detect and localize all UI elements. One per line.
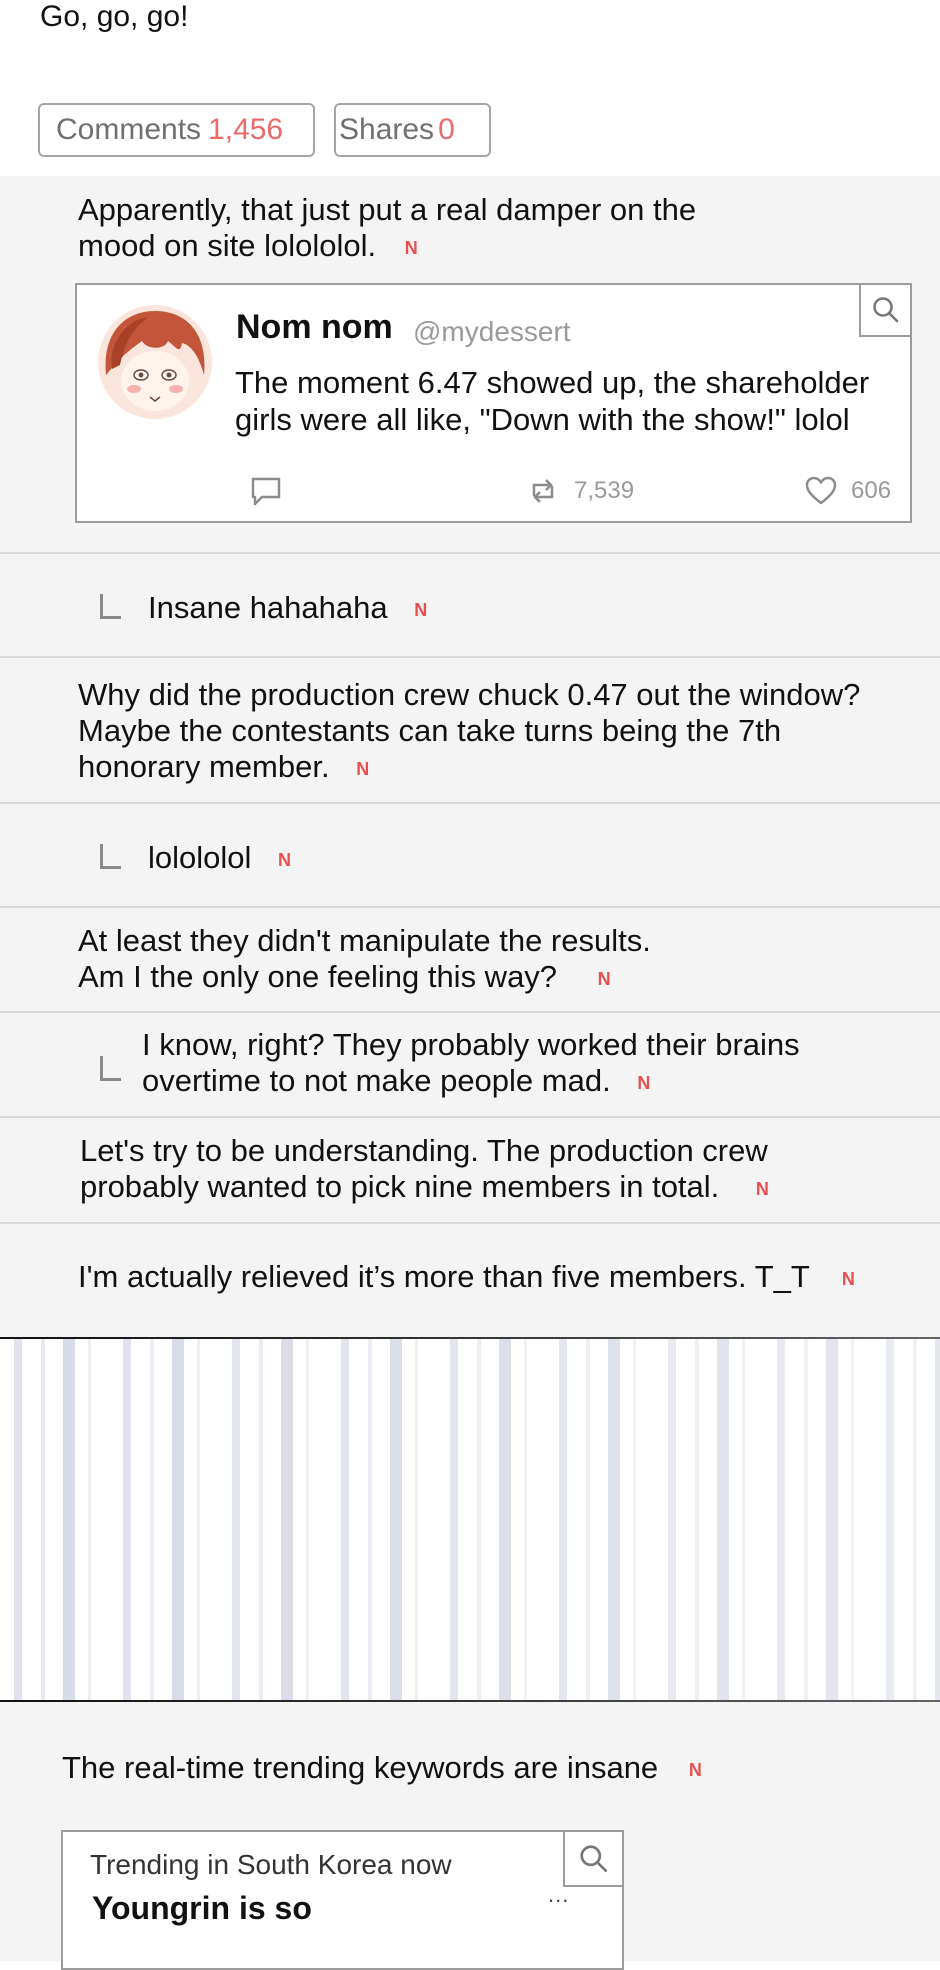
divider — [0, 906, 940, 908]
comment-text: Maybe the contestants can take turns bei… — [78, 713, 782, 748]
trending-header: Trending in South Korea now — [90, 1849, 452, 1880]
comment-text: mood on site lolololol. — [78, 228, 377, 263]
comment-text: Apparently, that just put a real damper … — [78, 192, 697, 227]
shares-label: Shares — [339, 113, 435, 146]
new-badge: N — [637, 1072, 651, 1093]
comment-text: I know, right? They probably worked thei… — [142, 1027, 800, 1062]
trending-keyword[interactable]: Youngrin is so — [92, 1890, 312, 1927]
new-badge: N — [755, 1178, 769, 1199]
reply-indicator-icon — [100, 594, 121, 619]
reply-comment: Insane hahahaha N — [148, 590, 427, 628]
comment-text: Am I the only one feeling this way? — [78, 959, 558, 994]
new-badge: N — [688, 1759, 702, 1780]
comment-text: overtime to not make people mad. — [142, 1063, 611, 1098]
reply-indicator-icon — [100, 1056, 121, 1081]
divider — [0, 1222, 940, 1224]
comment-text: Let's try to be understanding. The produ… — [80, 1133, 768, 1168]
tweet-author-handle[interactable]: @mydessert — [413, 316, 571, 348]
reply-action[interactable] — [250, 476, 282, 513]
divider — [0, 656, 940, 658]
search-icon — [872, 297, 898, 323]
comment-text: Insane hahahaha — [148, 590, 388, 625]
comment: At least they didn't manipulate the resu… — [78, 923, 651, 997]
like-count: 606 — [851, 477, 892, 504]
comment-text: Why did the production crew chuck 0.47 o… — [78, 677, 861, 712]
search-icon — [579, 1844, 607, 1872]
retweet-icon — [532, 479, 554, 503]
retweet-action[interactable]: 7,539 — [528, 476, 634, 506]
comment-text: The real-time trending keywords are insa… — [62, 1750, 659, 1785]
divider — [0, 1116, 940, 1118]
new-badge: N — [414, 599, 428, 620]
divider — [0, 802, 940, 804]
reply-comment: I know, right? They probably worked thei… — [142, 1027, 800, 1101]
trending-search-button[interactable] — [563, 1830, 624, 1887]
avatar — [98, 305, 212, 419]
shares-count: 0 — [438, 113, 455, 146]
reply-indicator-icon — [100, 844, 121, 869]
new-badge: N — [841, 1268, 855, 1289]
tweet-text-line: The moment 6.47 showed up, the sharehold… — [235, 365, 870, 400]
tweet-text-line: girls were all like, "Down with the show… — [235, 402, 850, 437]
comment-text: honorary member. — [78, 749, 330, 784]
post-closing-text: Go, go, go! — [40, 0, 189, 33]
comment: I'm actually relieved it’s more than fiv… — [78, 1259, 855, 1297]
divider — [0, 552, 940, 554]
comments-label: Comments — [56, 113, 202, 146]
new-badge: N — [404, 237, 418, 258]
shares-button[interactable]: Shares 0 — [334, 103, 491, 157]
comment: Let's try to be understanding. The produ… — [80, 1133, 769, 1207]
tweet-search-button[interactable] — [859, 283, 912, 337]
new-badge: N — [597, 968, 611, 989]
comment-text: probably wanted to pick nine members in … — [80, 1169, 720, 1204]
comment-text: At least they didn't manipulate the resu… — [78, 923, 651, 958]
retweet-count: 7,539 — [574, 477, 635, 504]
heart-icon — [805, 476, 837, 505]
comments-button[interactable]: Comments 1,456 — [38, 103, 315, 157]
stripe-fade-overlay — [0, 1337, 940, 1702]
comment-icon — [251, 477, 281, 506]
reply-comment: lolololol N — [148, 840, 291, 878]
comment: Why did the production crew chuck 0.47 o… — [78, 677, 860, 787]
comment: The real-time trending keywords are insa… — [62, 1750, 702, 1788]
comment-text: lolololol — [148, 840, 252, 875]
new-badge: N — [278, 849, 292, 870]
tweet-author-name[interactable]: Nom nom — [236, 308, 393, 347]
comments-count: 1,456 — [208, 113, 284, 146]
tweet-text: The moment 6.47 showed up, the sharehold… — [235, 364, 869, 438]
comment-text: I'm actually relieved it’s more than fiv… — [78, 1259, 810, 1294]
comment: Apparently, that just put a real damper … — [78, 192, 696, 266]
divider — [0, 1011, 940, 1013]
new-badge: N — [356, 758, 370, 779]
like-action[interactable]: 606 — [805, 476, 891, 506]
